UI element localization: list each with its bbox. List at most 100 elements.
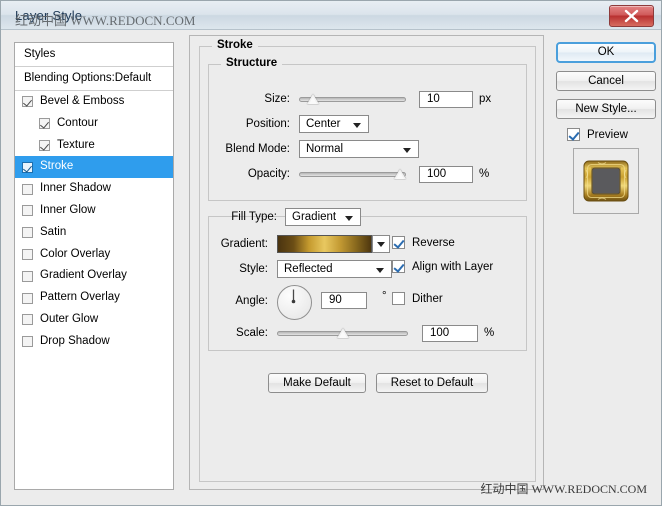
gold-frame-preview-icon bbox=[580, 156, 632, 206]
reset-to-default-button[interactable]: Reset to Default bbox=[376, 373, 488, 393]
blend-mode-row: Blend Mode: Normal bbox=[203, 140, 523, 158]
reverse-checkbox-box bbox=[392, 236, 405, 249]
blending-options-row[interactable]: Blending Options:Default bbox=[15, 67, 173, 91]
effect-label: Gradient Overlay bbox=[40, 265, 127, 287]
effect-row-contour[interactable]: Contour bbox=[15, 113, 173, 135]
gradient-style-label: Style: bbox=[213, 263, 268, 275]
blend-mode-select[interactable]: Normal bbox=[299, 140, 419, 158]
window-title: Layer Style bbox=[15, 8, 82, 23]
make-default-button[interactable]: Make Default bbox=[268, 373, 366, 393]
size-input[interactable]: 10 bbox=[419, 91, 473, 108]
effect-label: Texture bbox=[57, 135, 95, 157]
effect-checkbox[interactable] bbox=[22, 336, 33, 347]
gradient-style-select[interactable]: Reflected bbox=[277, 260, 392, 278]
effect-row-satin[interactable]: Satin bbox=[15, 222, 173, 244]
effect-row-pattern-overlay[interactable]: Pattern Overlay bbox=[15, 287, 173, 309]
effect-row-texture[interactable]: Texture bbox=[15, 135, 173, 157]
effect-label: Color Overlay bbox=[40, 244, 110, 266]
effect-label: Contour bbox=[57, 113, 98, 135]
angle-input[interactable]: 90 bbox=[321, 292, 367, 309]
effect-label: Bevel & Emboss bbox=[40, 91, 124, 113]
chevron-down-icon bbox=[345, 216, 353, 221]
position-label: Position: bbox=[222, 118, 290, 130]
effect-label: Satin bbox=[40, 222, 66, 244]
angle-unit-label: ° bbox=[382, 290, 387, 302]
scale-slider[interactable] bbox=[277, 326, 408, 340]
styles-list-panel: Styles Blending Options:Default Bevel & … bbox=[14, 42, 174, 490]
gradient-preset-dropdown[interactable] bbox=[372, 235, 390, 253]
effect-label: Pattern Overlay bbox=[40, 287, 120, 309]
chevron-down-icon bbox=[377, 242, 385, 247]
chevron-down-icon bbox=[403, 148, 411, 153]
cancel-button[interactable]: Cancel bbox=[556, 71, 656, 91]
position-row: Position: Center bbox=[222, 115, 522, 133]
effect-row-bevel-emboss[interactable]: Bevel & Emboss bbox=[15, 91, 173, 113]
effect-checkbox[interactable] bbox=[22, 184, 33, 195]
ok-button[interactable]: OK bbox=[556, 42, 656, 63]
reverse-label: Reverse bbox=[412, 237, 455, 249]
reverse-checkbox[interactable]: Reverse bbox=[392, 236, 455, 249]
effect-row-stroke[interactable]: Stroke bbox=[15, 156, 173, 178]
effect-row-gradient-overlay[interactable]: Gradient Overlay bbox=[15, 265, 173, 287]
effect-checkbox[interactable] bbox=[22, 314, 33, 325]
scale-unit-label: % bbox=[484, 327, 494, 339]
opacity-input[interactable]: 100 bbox=[419, 166, 473, 183]
size-slider-thumb[interactable] bbox=[307, 94, 319, 104]
gradient-swatch[interactable] bbox=[277, 235, 372, 253]
title-bar: Layer Style bbox=[1, 1, 661, 30]
effect-row-inner-glow[interactable]: Inner Glow bbox=[15, 200, 173, 222]
effect-checkbox[interactable] bbox=[22, 249, 33, 260]
effects-list: Bevel & EmbossContourTextureStrokeInner … bbox=[15, 91, 173, 353]
opacity-row: Opacity: 100 % bbox=[203, 165, 533, 183]
opacity-slider-thumb[interactable] bbox=[394, 169, 406, 179]
effect-checkbox[interactable] bbox=[22, 205, 33, 216]
blend-mode-label: Blend Mode: bbox=[203, 143, 290, 155]
scale-slider-thumb[interactable] bbox=[337, 328, 349, 338]
scale-input[interactable]: 100 bbox=[422, 325, 478, 342]
effect-label: Drop Shadow bbox=[40, 331, 110, 353]
effect-label: Stroke bbox=[40, 156, 73, 178]
layer-style-dialog: Layer Style 红动中国 WWW.REDOCN.COM Styles B… bbox=[0, 0, 662, 506]
preview-checkbox-box bbox=[567, 128, 580, 141]
effect-checkbox[interactable] bbox=[39, 118, 50, 129]
chevron-down-icon bbox=[353, 123, 361, 128]
size-slider[interactable] bbox=[299, 92, 406, 106]
align-checkbox-box bbox=[392, 260, 405, 273]
angle-dial[interactable] bbox=[277, 285, 312, 320]
effect-checkbox[interactable] bbox=[22, 96, 33, 107]
preview-checkbox[interactable]: Preview bbox=[567, 128, 628, 141]
size-unit-label: px bbox=[479, 93, 491, 105]
align-with-layer-checkbox[interactable]: Align with Layer bbox=[392, 260, 493, 273]
styles-header: Styles bbox=[15, 43, 173, 67]
close-x-glyph bbox=[623, 9, 640, 23]
align-label: Align with Layer bbox=[412, 261, 493, 273]
preview-label: Preview bbox=[587, 129, 628, 141]
effect-checkbox[interactable] bbox=[22, 227, 33, 238]
chevron-down-icon bbox=[376, 268, 384, 273]
fill-type-row: Fill Type: Gradient bbox=[223, 208, 361, 226]
blend-mode-value: Normal bbox=[306, 143, 343, 155]
dither-checkbox[interactable]: Dither bbox=[392, 292, 443, 305]
new-style-button[interactable]: New Style... bbox=[556, 99, 656, 119]
fill-type-label: Fill Type: bbox=[223, 211, 277, 223]
opacity-slider[interactable] bbox=[299, 167, 406, 181]
effect-row-drop-shadow[interactable]: Drop Shadow bbox=[15, 331, 173, 353]
effect-checkbox[interactable] bbox=[22, 271, 33, 282]
fill-type-select[interactable]: Gradient bbox=[285, 208, 361, 226]
stroke-group-title: Stroke bbox=[212, 39, 258, 51]
angle-label: Angle: bbox=[213, 295, 268, 307]
position-select[interactable]: Center bbox=[299, 115, 369, 133]
fill-type-value: Gradient bbox=[292, 211, 336, 223]
effect-row-inner-shadow[interactable]: Inner Shadow bbox=[15, 178, 173, 200]
size-row: Size: 10 px bbox=[222, 90, 522, 108]
angle-dial-needle bbox=[278, 286, 309, 317]
effect-checkbox[interactable] bbox=[22, 162, 33, 173]
effect-row-outer-glow[interactable]: Outer Glow bbox=[15, 309, 173, 331]
effect-row-color-overlay[interactable]: Color Overlay bbox=[15, 244, 173, 266]
effect-checkbox[interactable] bbox=[22, 293, 33, 304]
gradient-label: Gradient: bbox=[213, 238, 268, 250]
effect-checkbox[interactable] bbox=[39, 140, 50, 151]
close-icon[interactable] bbox=[609, 5, 654, 27]
gradient-row: Gradient: bbox=[213, 235, 533, 253]
angle-row: Angle: bbox=[213, 292, 533, 310]
